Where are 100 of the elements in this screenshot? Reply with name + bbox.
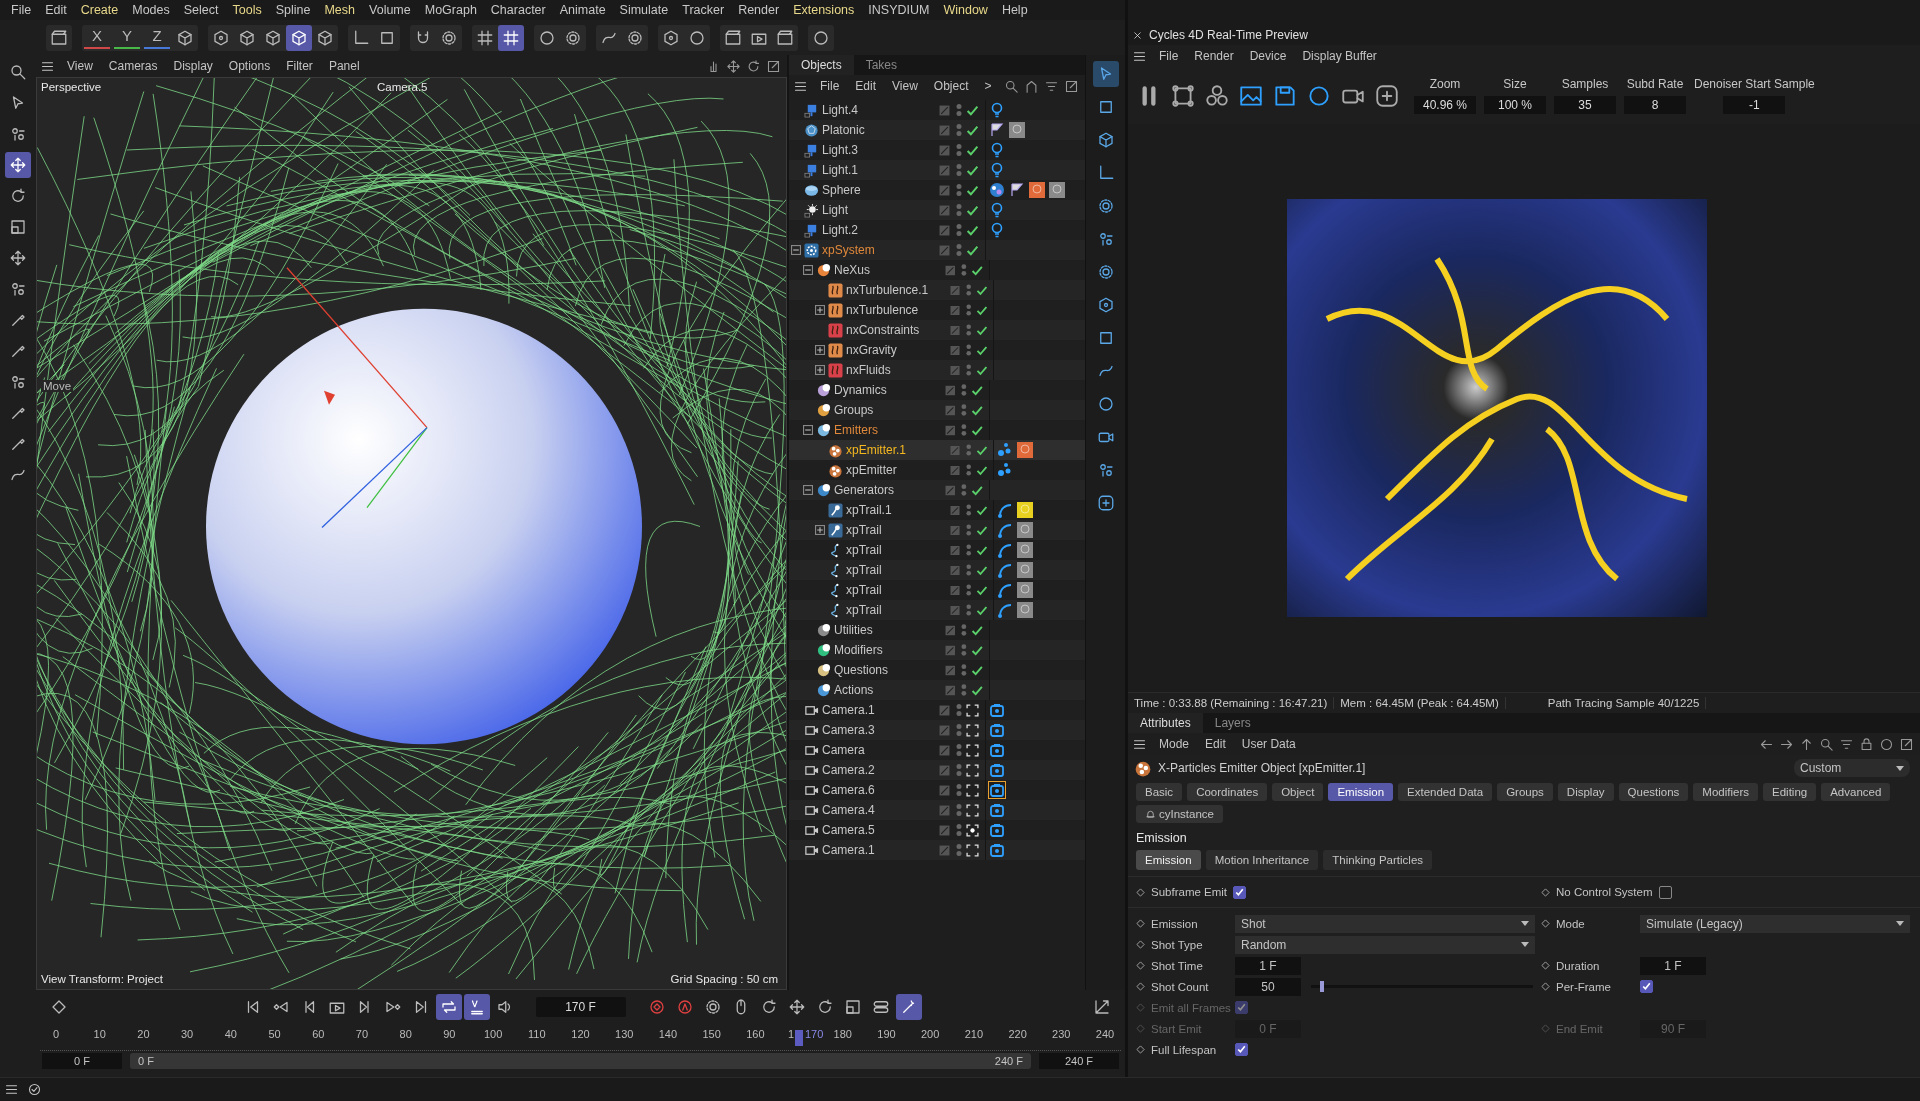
value-field[interactable]: 35	[1554, 96, 1616, 114]
object-row[interactable]: Groups	[789, 400, 1085, 420]
object-name[interactable]: Camera.1	[822, 843, 875, 857]
object-row[interactable]: nxTurbulence.1	[789, 280, 1085, 300]
object-name[interactable]: Modifiers	[834, 643, 883, 657]
dropdown[interactable]: Shot	[1235, 914, 1535, 933]
value-field[interactable]: 100 %	[1484, 96, 1546, 114]
attribute-tab[interactable]: cyInstance	[1136, 805, 1223, 823]
menu-item[interactable]: User Data	[1234, 737, 1303, 751]
object-name[interactable]: Groups	[834, 403, 874, 417]
menu-item[interactable]: Mode	[1152, 737, 1197, 751]
dropdown[interactable]: Random	[1235, 935, 1535, 954]
object-name[interactable]: nxGravity	[846, 343, 897, 357]
menu-item[interactable]: View	[60, 59, 100, 73]
object-name[interactable]: Light.2	[822, 223, 859, 237]
object-name[interactable]: Dynamics	[834, 383, 887, 397]
number-field[interactable]: 1 F	[1235, 956, 1301, 975]
menu-item[interactable]: View	[885, 79, 925, 93]
number-field[interactable]: 1 F	[1640, 956, 1706, 975]
menu-item[interactable]: >	[977, 79, 999, 93]
menu-item[interactable]: File	[1152, 49, 1186, 63]
object-name[interactable]: xpTrail	[846, 603, 882, 617]
menu-item[interactable]: Display Buffer	[1295, 49, 1384, 63]
object-name[interactable]: nxFluids	[846, 363, 891, 377]
sub-tab[interactable]: Thinking Particles	[1323, 850, 1433, 870]
object-name[interactable]: Light.4	[822, 103, 859, 117]
axis-button[interactable]: Z	[144, 24, 170, 49]
object-name[interactable]: xpEmitter	[846, 463, 897, 477]
menu-item[interactable]: Options	[221, 59, 278, 73]
value-field[interactable]: 8	[1624, 96, 1686, 114]
object-name[interactable]: nxConstraints	[846, 323, 920, 337]
object-name[interactable]: Utilities	[834, 623, 873, 637]
menu-item[interactable]: Mesh	[317, 3, 363, 17]
menu-item[interactable]: Spline	[268, 3, 318, 17]
object-row[interactable]: Modifiers	[789, 640, 1085, 660]
menu-item[interactable]: Help	[994, 3, 1035, 17]
object-name[interactable]: Generators	[834, 483, 895, 497]
object-name[interactable]: xpTrail.1	[846, 503, 892, 517]
menu-item[interactable]: MoGraph	[417, 3, 484, 17]
object-name[interactable]: Sphere	[822, 183, 861, 197]
object-row[interactable]: nxFluids	[789, 360, 1085, 380]
object-name[interactable]: Light	[822, 203, 849, 217]
attribute-tab[interactable]: Advanced	[1821, 783, 1891, 801]
object-row[interactable]: Camera.3	[789, 720, 1085, 740]
object-name[interactable]: Camera.4	[822, 803, 875, 817]
object-row[interactable]: xpTrail	[789, 600, 1085, 620]
menu-item[interactable]: Edit	[38, 3, 74, 17]
object-name[interactable]: Light.1	[822, 163, 859, 177]
object-name[interactable]: Camera.6	[822, 783, 875, 797]
attribute-tab[interactable]: Basic	[1136, 783, 1183, 801]
object-row[interactable]: Light	[789, 200, 1085, 220]
object-name[interactable]: xpSystem	[822, 243, 875, 257]
timeline-ruler[interactable]: 0 10 20 30 40 50 60 70 80 90 100 110 120 130 140 150 160 1 170 180 190 200 210 220 230 240	[40, 1024, 1121, 1051]
object-name[interactable]: Camera	[822, 743, 865, 757]
object-name[interactable]: xpTrail	[846, 583, 882, 597]
panel-tab[interactable]: Attributes	[1128, 713, 1203, 733]
menu-item[interactable]: Simulate	[612, 3, 676, 17]
object-row[interactable]: xpSystem	[789, 240, 1085, 260]
sub-tab[interactable]: Motion Inheritance	[1205, 850, 1319, 870]
object-name[interactable]: Actions	[834, 683, 874, 697]
object-name[interactable]: Emitters	[834, 423, 878, 437]
menu-item[interactable]: File	[4, 3, 39, 17]
object-row[interactable]: xpEmitter.1	[789, 440, 1085, 460]
attribute-tab[interactable]: Coordinates	[1187, 783, 1268, 801]
object-name[interactable]: Questions	[834, 663, 889, 677]
dropdown[interactable]: Simulate (Legacy)	[1640, 914, 1910, 933]
object-row[interactable]: nxConstraints	[789, 320, 1085, 340]
object-row[interactable]: Actions	[789, 680, 1085, 700]
value-field[interactable]: -1	[1723, 96, 1786, 114]
object-row[interactable]: Platonic	[789, 120, 1085, 140]
attribute-tab[interactable]: Emission	[1328, 783, 1394, 801]
current-frame-field[interactable]: 170 F	[535, 997, 626, 1017]
end-frame-field[interactable]: 240 F	[1039, 1053, 1119, 1069]
object-row[interactable]: Light.1	[789, 160, 1085, 180]
object-row[interactable]: xpTrail	[789, 560, 1085, 580]
menu-item[interactable]: Modes	[125, 3, 177, 17]
panel-tab[interactable]: Objects	[789, 55, 854, 75]
object-name[interactable]: xpEmitter.1	[846, 443, 907, 457]
menu-item[interactable]: Create	[73, 3, 126, 17]
menu-item[interactable]: Tools	[225, 3, 269, 17]
panel-tab[interactable]: Layers	[1202, 713, 1263, 733]
menu-item[interactable]: Panel	[321, 59, 367, 73]
number-field[interactable]: 50	[1235, 977, 1301, 996]
axis-button[interactable]: Y	[114, 24, 140, 49]
object-row[interactable]: Generators	[789, 480, 1085, 500]
object-name[interactable]: nxTurbulence.1	[846, 283, 929, 297]
menu-item[interactable]: Edit	[1198, 737, 1233, 751]
menu-item[interactable]: Window	[936, 3, 995, 17]
object-name[interactable]: Camera.1	[822, 703, 875, 717]
object-name[interactable]: xpTrail	[846, 563, 882, 577]
object-row[interactable]: Camera.4	[789, 800, 1085, 820]
object-name[interactable]: nxTurbulence	[846, 303, 919, 317]
object-name[interactable]: Light.3	[822, 143, 859, 157]
object-name[interactable]: NeXus	[834, 263, 871, 277]
attribute-tab[interactable]: Groups	[1497, 783, 1553, 801]
object-row[interactable]: Camera.1	[789, 840, 1085, 860]
start-frame-field[interactable]: 0 F	[42, 1053, 122, 1069]
attribute-tab[interactable]: Display	[1557, 783, 1614, 801]
menu-item[interactable]: Render	[731, 3, 787, 17]
attribute-tab[interactable]: Editing	[1763, 783, 1817, 801]
